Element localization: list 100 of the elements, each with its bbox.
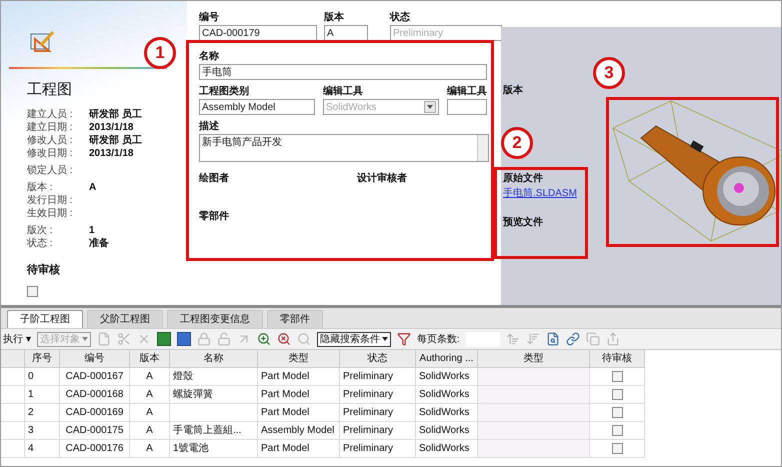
table-cell: A xyxy=(130,404,170,422)
table-cell: CAD-000176 xyxy=(60,440,130,458)
info-value: 准备 xyxy=(89,236,109,250)
copy-icon[interactable] xyxy=(586,332,600,346)
info-label: 发行日期 : xyxy=(27,194,74,206)
tab[interactable]: 工程图变更信息 xyxy=(167,310,263,328)
tab[interactable]: 子阶工程图 xyxy=(7,310,83,328)
run-menu-button[interactable]: 执行 ▾ xyxy=(3,332,31,346)
tab[interactable]: 零部件 xyxy=(267,310,323,328)
table-cell: 3 xyxy=(25,422,60,440)
table-cell: CAD-000167 xyxy=(60,368,130,386)
table-cell: A xyxy=(130,422,170,440)
new-file-icon[interactable] xyxy=(96,332,111,346)
field-label: 编号 xyxy=(199,11,220,25)
info-label: 建立日期 : xyxy=(27,120,74,134)
drawing-edit-icon xyxy=(29,29,55,55)
cut-icon[interactable] xyxy=(116,332,131,346)
table-cell: Part Model xyxy=(258,404,340,422)
sort-down-icon[interactable] xyxy=(526,332,540,346)
field-label: 绘图者 xyxy=(199,172,230,186)
info-label: 修改日期 : xyxy=(27,146,74,160)
file-label: 预览文件 xyxy=(503,216,544,230)
search-icon[interactable] xyxy=(256,332,271,346)
info-label: 修改人员 : xyxy=(27,134,74,146)
link-icon[interactable] xyxy=(566,332,580,346)
column-header[interactable]: 类型 xyxy=(478,350,590,368)
info-label: 版次 : xyxy=(27,224,54,236)
text-field[interactable]: A xyxy=(324,25,368,41)
pending-checkbox[interactable] xyxy=(612,443,622,454)
unlock-icon[interactable] xyxy=(216,332,231,346)
pending-checkbox[interactable] xyxy=(612,407,622,418)
field-label: 描述 xyxy=(199,120,220,134)
file-link[interactable]: 手电筒.SLDASM xyxy=(503,186,587,201)
pending-label: 待审核 xyxy=(27,262,61,278)
info-label: 生效日期 : xyxy=(27,206,74,220)
table-cell: Preliminary xyxy=(340,386,416,404)
info-label: 状态 : xyxy=(27,236,54,250)
info-value: 研发部 员工 xyxy=(89,134,142,146)
info-label: 版本 : xyxy=(27,180,54,194)
row-header xyxy=(1,404,25,422)
table-cell: 手電筒上蓋組... xyxy=(170,422,258,440)
field-label: 编辑工具 xyxy=(447,85,487,99)
column-header[interactable]: 序号 xyxy=(25,350,60,368)
description-field[interactable]: 新手电筒产品开发 xyxy=(199,134,489,162)
table-cell: 燈殼 xyxy=(170,368,258,386)
text-field[interactable]: Assembly Model xyxy=(199,99,315,115)
field-label: 零部件 xyxy=(199,210,230,224)
table-cell: CAD-000169 xyxy=(60,404,130,422)
pending-checkbox[interactable] xyxy=(27,286,38,297)
table-cell: 4 xyxy=(25,440,60,458)
table-cell: CAD-000168 xyxy=(60,386,130,404)
field-label: 状态 xyxy=(390,11,411,25)
table-cell: 0 xyxy=(25,368,60,386)
row-header xyxy=(1,368,25,386)
pending-checkbox[interactable] xyxy=(612,389,622,400)
column-header[interactable]: 版本 xyxy=(130,350,170,368)
table-cell: 1號電池 xyxy=(170,440,258,458)
column-header[interactable]: 状态 xyxy=(340,350,416,368)
table-cell: A xyxy=(130,386,170,404)
document-icon[interactable] xyxy=(176,332,191,346)
info-value: 1 xyxy=(89,224,95,236)
hide-search-dropdown[interactable]: 隐藏搜索条件 xyxy=(316,332,391,346)
page-size-label: 每页条数: xyxy=(416,332,460,346)
column-header[interactable]: 名称 xyxy=(170,350,258,368)
spreadsheet-icon[interactable] xyxy=(156,332,171,346)
share-icon[interactable] xyxy=(606,332,620,346)
table-cell: Assembly Model xyxy=(258,422,340,440)
print-preview-icon[interactable] xyxy=(546,332,560,346)
table-cell: 螺旋彈簧 xyxy=(170,386,258,404)
table-cell: Part Model xyxy=(258,386,340,404)
text-field[interactable]: 手电筒 xyxy=(199,64,487,80)
column-header[interactable]: Authoring ... xyxy=(416,350,478,368)
column-header[interactable]: 待审核 xyxy=(590,350,645,368)
filter-icon[interactable] xyxy=(396,332,411,346)
field-label: 名称 xyxy=(199,50,220,64)
table-cell: Preliminary xyxy=(340,422,416,440)
field-label: 设计审核者 xyxy=(357,171,407,186)
pending-checkbox[interactable] xyxy=(612,371,622,382)
text-field[interactable] xyxy=(447,99,487,115)
lock-icon[interactable] xyxy=(196,332,211,346)
info-label: 锁定人员 : xyxy=(27,164,74,176)
column-header[interactable]: 编号 xyxy=(60,350,130,368)
table-cell: Part Model xyxy=(258,368,340,386)
row-header xyxy=(1,386,25,404)
table-cell: 2 xyxy=(25,404,60,422)
pending-checkbox[interactable] xyxy=(612,425,622,436)
field-label: 工程图类别 xyxy=(199,85,250,99)
text-field[interactable]: CAD-000179 xyxy=(199,25,317,41)
field-label: 编辑工具 xyxy=(323,85,364,99)
field-label: 版本 xyxy=(503,84,524,98)
info-label: 建立人员 : xyxy=(27,108,74,120)
row-header xyxy=(1,422,25,440)
search-clear-icon[interactable] xyxy=(276,332,291,346)
tab[interactable]: 父阶工程图 xyxy=(87,310,163,328)
sort-up-icon[interactable] xyxy=(506,332,520,346)
info-value: 2013/1/18 xyxy=(89,146,134,160)
column-header[interactable]: 类型 xyxy=(258,350,340,368)
info-value: 研发部 员工 xyxy=(89,108,142,120)
table-cell: Preliminary xyxy=(340,440,416,458)
summary-title: 工程图 xyxy=(27,80,73,100)
